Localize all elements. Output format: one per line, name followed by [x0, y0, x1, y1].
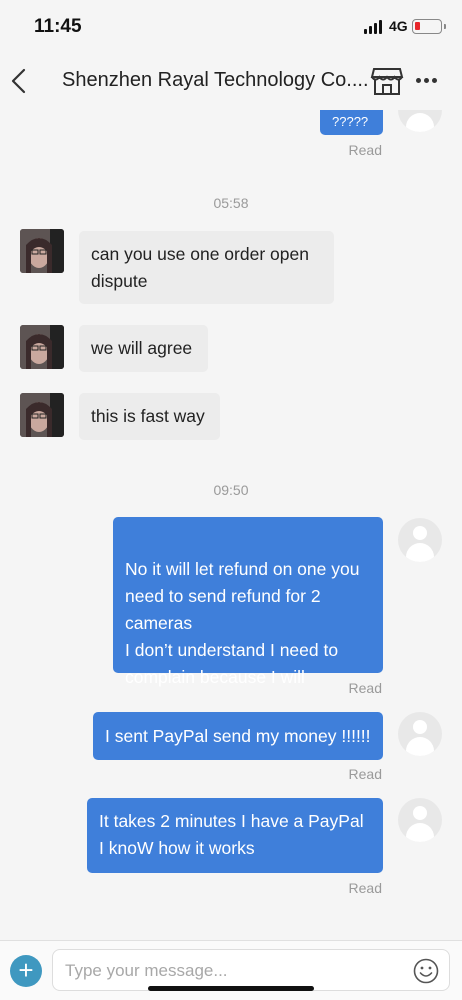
network-type: 4G	[389, 18, 408, 34]
message-outgoing[interactable]: I sent PayPal send my money !!!!!!	[93, 712, 383, 760]
my-avatar	[398, 110, 442, 132]
chat-header: Shenzhen Rayal Technology Co....	[0, 56, 462, 110]
message-outgoing[interactable]: It takes 2 minutes I have a PayPal I kno…	[87, 798, 383, 873]
read-status: Read	[348, 680, 382, 696]
message-input[interactable]: Type your message...	[52, 949, 450, 991]
message-text: we will agree	[91, 338, 193, 358]
message-text: ?????	[332, 114, 369, 129]
battery-tip	[444, 24, 446, 29]
message-outgoing[interactable]: ?????	[320, 110, 383, 135]
status-bar: 11:45 4G	[0, 0, 462, 56]
message-outgoing[interactable]: No it will let refund on one you need to…	[113, 517, 383, 687]
home-indicator	[148, 986, 314, 991]
message-text: I sent PayPal send my money !!!!!!	[105, 726, 371, 746]
emoji-icon[interactable]	[413, 958, 439, 984]
my-avatar	[398, 798, 442, 842]
timestamp: 09:50	[213, 482, 249, 498]
more-icon[interactable]	[416, 78, 438, 84]
message-text: No it will let refund on one you need to…	[125, 559, 360, 687]
message-incoming[interactable]: this is fast way	[79, 393, 220, 440]
status-time: 11:45	[34, 16, 82, 37]
signal-icon	[364, 20, 384, 34]
message-placeholder: Type your message...	[65, 961, 228, 980]
seller-avatar[interactable]	[20, 325, 64, 369]
read-status: Read	[348, 142, 382, 158]
message-incoming[interactable]: we will agree	[79, 325, 208, 372]
chat-title: Shenzhen Rayal Technology Co....	[62, 69, 369, 91]
back-icon[interactable]	[8, 66, 36, 96]
battery-icon	[412, 19, 442, 34]
store-icon[interactable]	[370, 65, 404, 97]
message-text: this is fast way	[91, 406, 205, 426]
message-text: can you use one order open dispute	[91, 244, 309, 291]
seller-avatar[interactable]	[20, 229, 64, 273]
read-status: Read	[348, 880, 382, 896]
my-avatar	[398, 518, 442, 562]
timestamp: 05:58	[213, 195, 249, 211]
message-text: It takes 2 minutes I have a PayPal I kno…	[99, 811, 364, 858]
my-avatar	[398, 712, 442, 756]
seller-avatar[interactable]	[20, 393, 64, 437]
read-status: Read	[348, 766, 382, 782]
message-incoming[interactable]: can you use one order open dispute	[79, 231, 334, 304]
chat-area[interactable]: ????? Read 05:58 can you use one order o…	[0, 110, 462, 940]
input-bar: + Type your message...	[0, 940, 462, 1000]
add-attachment-button[interactable]: +	[10, 955, 42, 987]
